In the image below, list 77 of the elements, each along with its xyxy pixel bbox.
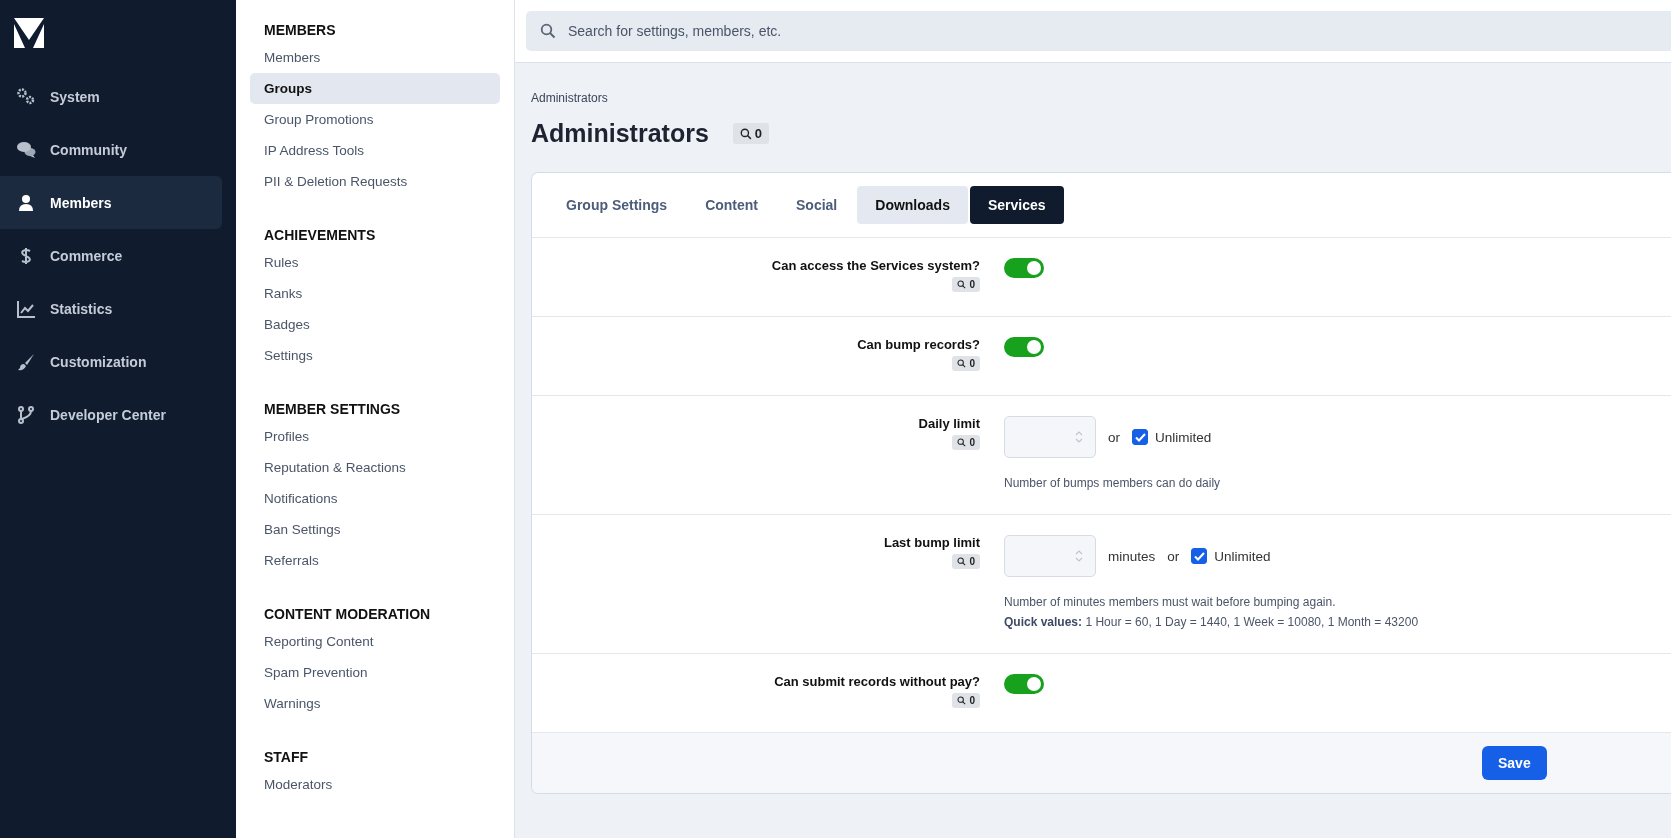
nav-link[interactable]: Ban Settings: [250, 514, 500, 545]
help-text: Number of minutes members must wait before bumping again.: [1004, 595, 1337, 609]
search-icon: [957, 359, 967, 368]
field-label: Daily limit: [918, 416, 980, 431]
sidebar-item[interactable]: Customization: [0, 335, 222, 388]
search-icon: [739, 127, 752, 140]
sidebar-item[interactable]: Community: [0, 123, 222, 176]
nav-link[interactable]: Reputation & Reactions: [250, 452, 500, 483]
line-chart-icon: [16, 298, 36, 319]
field-label: Can access the Services system?: [771, 258, 980, 273]
checkbox-box[interactable]: [1132, 429, 1148, 445]
section-heading: CONTENT MODERATION: [263, 605, 432, 624]
nav-link[interactable]: Group Promotions: [250, 104, 500, 135]
user-icon: [16, 192, 36, 213]
sidebar-item[interactable]: Developer Center: [0, 388, 222, 441]
nav-link[interactable]: Reporting Content: [250, 626, 500, 657]
section-heading: STAFF: [263, 748, 310, 767]
help-text: Number of bumps members can do daily: [1004, 476, 1222, 490]
nav-link[interactable]: Spam Prevention: [250, 657, 500, 688]
nav-link[interactable]: Moderators: [250, 769, 500, 800]
tab[interactable]: Group Settings: [548, 186, 686, 224]
search-icon: [957, 696, 967, 705]
nav-link[interactable]: IP Address Tools: [250, 135, 500, 166]
nav-link[interactable]: Warnings: [250, 688, 500, 719]
search-icon: [957, 557, 967, 566]
search-icon: [957, 438, 967, 447]
section-heading: MEMBER SETTINGS: [263, 400, 402, 419]
search-count-badge: 0: [952, 693, 980, 708]
field-label: Can submit records without pay?: [774, 674, 980, 689]
nav-link[interactable]: Referrals: [250, 545, 500, 576]
tab[interactable]: Social: [778, 186, 856, 224]
breadcrumb: Administrators: [531, 91, 609, 105]
tab[interactable]: Downloads: [857, 186, 968, 224]
chat-bubbles-icon: [16, 139, 36, 160]
sidebar-item[interactable]: System: [0, 70, 222, 123]
help-text: Quick values: 1 Hour = 60, 1 Day = 1440, 1 Week = 10080, 1 Month = 43200: [1004, 615, 1420, 629]
or-label: or: [1167, 548, 1180, 564]
number-input[interactable]: [1004, 416, 1096, 458]
logo-icon[interactable]: [14, 18, 44, 48]
nav-link[interactable]: Profiles: [250, 421, 500, 452]
toggle-switch[interactable]: [1004, 674, 1044, 694]
nav-link[interactable]: Badges: [250, 309, 500, 340]
nav-link[interactable]: Rules: [250, 247, 500, 278]
nav-link[interactable]: Members: [250, 42, 500, 73]
search-count-badge: 0: [952, 356, 980, 371]
unlimited-checkbox[interactable]: Unlimited: [1132, 429, 1212, 445]
nav-link[interactable]: Groups: [250, 73, 500, 104]
field-label: Can bump records?: [857, 337, 980, 352]
save-button[interactable]: Save: [1482, 746, 1547, 780]
nav-link[interactable]: Ranks: [250, 278, 500, 309]
sidebar-item[interactable]: Commerce: [0, 229, 222, 282]
search-count-badge: 0: [952, 277, 980, 292]
nav-link[interactable]: Settings: [250, 340, 500, 371]
search-count-badge: 0: [952, 554, 980, 569]
search-field[interactable]: Search for settings, members, etc.: [526, 11, 1671, 51]
nav-link[interactable]: PII & Deletion Requests: [250, 166, 500, 197]
unit-label: minutes: [1108, 548, 1156, 564]
section-heading: ACHIEVEMENTS: [263, 226, 377, 245]
section-heading: MEMBERS: [263, 21, 337, 40]
unlimited-checkbox[interactable]: Unlimited: [1191, 548, 1271, 564]
sidebar-item[interactable]: Statistics: [0, 282, 222, 335]
sidebar-item[interactable]: Members: [0, 176, 222, 229]
branch-icon: [16, 404, 36, 425]
page-title: Administrators: [531, 119, 709, 148]
toggle-switch[interactable]: [1004, 337, 1044, 357]
search-count-badge: 0: [952, 435, 980, 450]
tab[interactable]: Services: [969, 186, 1064, 224]
number-input[interactable]: [1004, 535, 1096, 577]
checkbox-box[interactable]: [1191, 548, 1208, 564]
nav-link[interactable]: Notifications: [250, 483, 500, 514]
gears-icon: [16, 86, 36, 107]
search-count-badge: 0: [732, 123, 770, 144]
tab[interactable]: Content: [687, 186, 776, 224]
field-label: Last bump limit: [883, 535, 980, 550]
search-icon: [957, 280, 967, 289]
or-label: or: [1108, 429, 1120, 445]
toggle-switch[interactable]: [1004, 258, 1044, 278]
